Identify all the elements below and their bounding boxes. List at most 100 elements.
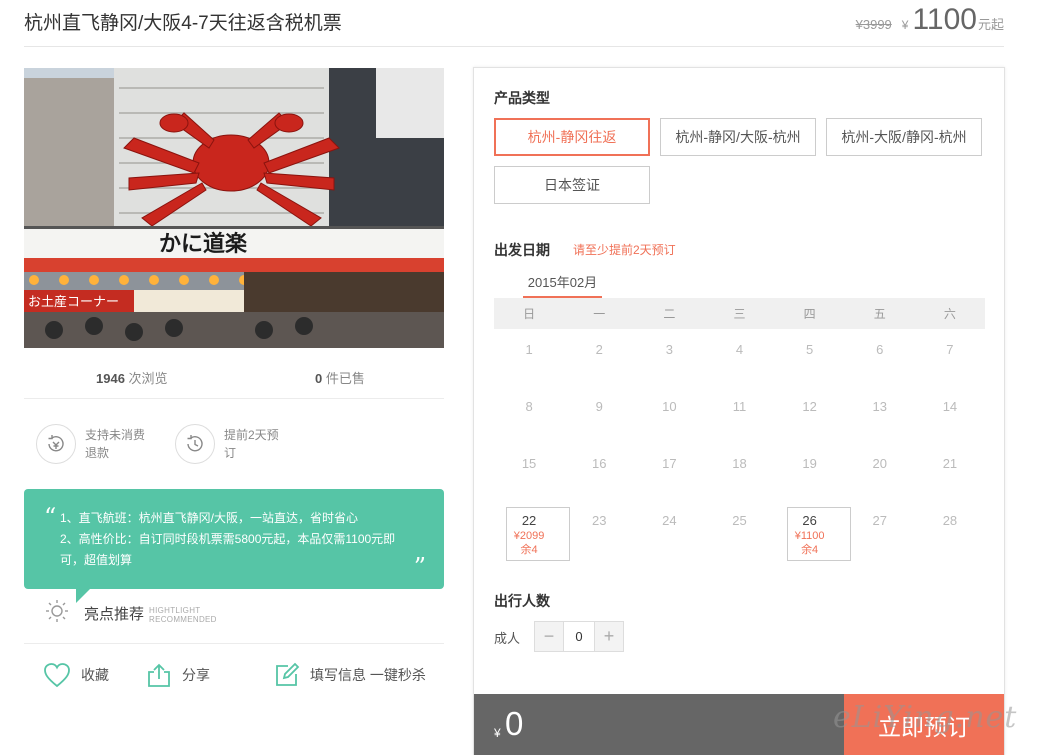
day-remaining: 余4 bbox=[801, 544, 819, 556]
share-icon bbox=[148, 663, 170, 687]
travelers-label: 出行人数 bbox=[494, 593, 550, 609]
fill-info-label: 填写信息 一键秒杀 bbox=[310, 667, 426, 683]
recommend-divider bbox=[24, 643, 444, 644]
weekday-label: 四 bbox=[803, 307, 816, 321]
header-divider bbox=[24, 46, 1004, 47]
recommend-en-2: RECOMMENDED bbox=[149, 615, 217, 624]
day-number: 12 bbox=[802, 399, 817, 414]
product-type-japan-visa[interactable]: 日本签证 bbox=[494, 166, 650, 204]
original-price: ¥3999 bbox=[855, 17, 892, 32]
day-number: 6 bbox=[876, 342, 884, 357]
departure-date-label: 出发日期 bbox=[494, 242, 550, 258]
product-type-hz-shizuoka[interactable]: 杭州-静冈往返 bbox=[494, 118, 650, 156]
day-number: 11 bbox=[732, 399, 747, 414]
calendar-day: 2 bbox=[564, 336, 634, 393]
calendar-day: 28 bbox=[915, 507, 985, 564]
calendar-day: 18 bbox=[704, 450, 774, 507]
decrement-button[interactable]: − bbox=[534, 621, 564, 652]
calendar-day-available[interactable]: 26 ¥1100 余4 bbox=[775, 507, 851, 564]
calendar-day: 27 bbox=[845, 507, 915, 564]
weekday-label: 二 bbox=[663, 307, 676, 321]
sold-count: 0 bbox=[315, 371, 323, 386]
calendar-day: 6 bbox=[845, 336, 915, 393]
day-number: 26 bbox=[802, 513, 817, 528]
refund-icon bbox=[36, 424, 76, 464]
fill-info-button[interactable]: 填写信息 一键秒杀 bbox=[274, 662, 426, 688]
calendar-grid: 1 2 3 4 5 6 7 8 9 10 11 12 13 14 15 16 17 18 19 20 21 22 ¥2099… bbox=[494, 336, 985, 564]
day-number: 21 bbox=[942, 456, 958, 471]
quote-open-icon: “ bbox=[44, 503, 57, 531]
views-label: 次浏览 bbox=[128, 371, 168, 386]
svg-text:お土産コーナー: お土産コーナー bbox=[28, 294, 119, 310]
adult-stepper: − 0 + bbox=[534, 621, 624, 652]
total-bar: ¥ 0 立即预订 bbox=[474, 694, 1004, 755]
day-number: 1 bbox=[525, 342, 533, 357]
day-number: 14 bbox=[942, 399, 958, 414]
day-price: ¥1100 bbox=[794, 530, 825, 542]
calendar-day: 25 bbox=[704, 507, 774, 564]
day-number: 25 bbox=[732, 513, 747, 528]
day-number: 18 bbox=[732, 456, 747, 471]
action-bar: 收藏 分享 填写信息 一键秒杀 bbox=[24, 662, 444, 694]
share-button[interactable]: 分享 bbox=[146, 662, 210, 688]
day-number: 20 bbox=[872, 456, 887, 471]
calendar-day: 3 bbox=[634, 336, 704, 393]
sold-stat: 0 件已售 bbox=[315, 368, 365, 387]
month-tab[interactable]: 2015年02月 bbox=[523, 272, 602, 299]
adult-count[interactable]: 0 bbox=[564, 621, 594, 652]
calendar-day: 5 bbox=[775, 336, 845, 393]
weekday-label: 五 bbox=[873, 307, 886, 321]
day-number: 8 bbox=[525, 399, 533, 414]
sold-label: 件已售 bbox=[325, 371, 365, 386]
calendar-day-available[interactable]: 22 ¥2099 余4 bbox=[494, 507, 570, 564]
clock-icon bbox=[175, 424, 215, 464]
total-price: 0 bbox=[505, 705, 524, 742]
booking-panel: 产品类型 杭州-静冈往返 杭州-静冈/大阪-杭州 杭州-大阪/静冈-杭州 日本签… bbox=[473, 67, 1005, 755]
feature-advance-text: 提前2天预订 bbox=[224, 428, 279, 460]
calendar-day: 13 bbox=[845, 393, 915, 450]
calendar-day: 8 bbox=[494, 393, 564, 450]
book-now-button[interactable]: 立即预订 bbox=[844, 694, 1004, 755]
product-stats: 1946 次浏览 0 件已售 bbox=[24, 366, 444, 388]
calendar-day: 10 bbox=[634, 393, 704, 450]
day-number: 16 bbox=[591, 456, 607, 471]
calendar-day: 20 bbox=[845, 450, 915, 507]
sun-icon bbox=[44, 598, 70, 629]
views-stat: 1946 次浏览 bbox=[96, 368, 168, 387]
product-type-hz-shizuoka-osaka[interactable]: 杭州-静冈/大阪-杭州 bbox=[660, 118, 816, 156]
increment-button[interactable]: + bbox=[594, 621, 624, 652]
price-area: ¥3999 ¥ 1100 元起 bbox=[856, 3, 1004, 37]
day-number: 9 bbox=[595, 399, 603, 414]
feature-advance-booking: 提前2天预订 bbox=[175, 424, 290, 464]
product-type-hz-osaka-shizuoka[interactable]: 杭州-大阪/静冈-杭州 bbox=[826, 118, 982, 156]
day-number: 10 bbox=[662, 399, 677, 414]
date-hint: 请至少提前2天预订 bbox=[573, 243, 676, 257]
calendar-day: 9 bbox=[564, 393, 634, 450]
product-photo: かに道楽 お土産コーナー bbox=[24, 68, 444, 348]
calendar-day: 23 bbox=[564, 507, 634, 564]
current-price: 1100 bbox=[912, 3, 977, 36]
favorite-button[interactable]: 收藏 bbox=[43, 662, 109, 688]
price-suffix: 元起 bbox=[977, 17, 1004, 32]
day-number: 3 bbox=[665, 342, 673, 357]
heart-icon bbox=[44, 663, 70, 688]
calendar-weekdays: 日一二三四五六 bbox=[494, 298, 985, 329]
quote-close-icon: ” bbox=[413, 553, 426, 581]
highlight-line-1: 1、直飞航班：杭州直飞静冈/大阪，一站直达，省时省心 bbox=[60, 511, 359, 525]
recommend-en: HIGHTLIGHT RECOMMENDED bbox=[149, 606, 217, 624]
page-title: 杭州直飞静冈/大阪4-7天往返含税机票 bbox=[24, 13, 342, 34]
calendar-day: 15 bbox=[494, 450, 564, 507]
favorite-label: 收藏 bbox=[81, 667, 109, 683]
weekday-label: 一 bbox=[593, 307, 606, 321]
day-number: 5 bbox=[806, 342, 814, 357]
weekday-label: 六 bbox=[943, 307, 956, 321]
day-price: ¥2099 bbox=[513, 530, 545, 542]
highlights-box: “ 1、直飞航班：杭州直飞静冈/大阪，一站直达，省时省心 2、高性价比：自订同时… bbox=[24, 489, 444, 589]
recommend-heading: 亮点推荐 HIGHTLIGHT RECOMMENDED bbox=[44, 598, 217, 629]
calendar-day: 19 bbox=[775, 450, 845, 507]
weekday-label: 三 bbox=[733, 307, 746, 321]
currency-symbol: ¥ bbox=[901, 18, 909, 32]
calendar-day: 14 bbox=[915, 393, 985, 450]
calendar-day: 24 bbox=[634, 507, 704, 564]
edit-icon bbox=[276, 662, 300, 686]
